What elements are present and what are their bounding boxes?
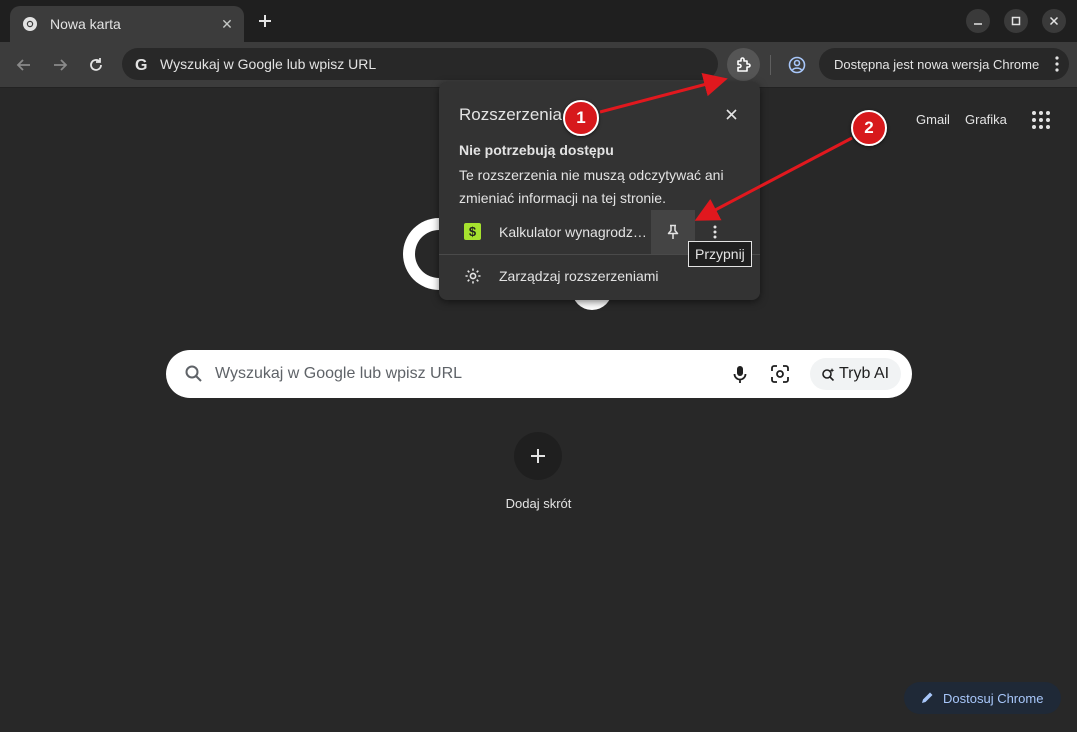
pin-icon [667,224,679,239]
extensions-button[interactable] [727,48,760,81]
address-bar-text: Wyszukaj w Google lub wpisz URL [160,56,377,72]
ai-mode-label: Tryb AI [839,365,890,382]
google-lens-icon[interactable] [769,363,791,385]
gear-icon [465,268,481,284]
title-bar: Nowa karta ✕ [0,0,1077,42]
maximize-button[interactable] [1004,9,1028,33]
arrow-right-icon [54,59,68,71]
images-link[interactable]: Grafika [965,112,1007,127]
forward-button[interactable] [47,52,73,78]
extension-more-button[interactable] [705,222,725,242]
puzzle-icon [736,56,751,72]
popup-section-heading: Nie potrzebują dostępu [459,142,614,158]
update-chrome-label: Dostępna jest nowa wersja Chrome [834,56,1040,72]
step-badge-1: 1 [563,100,599,136]
extensions-popup: Rozszerzenia Nie potrzebują dostępu Te r… [439,82,760,300]
gmail-link[interactable]: Gmail [916,112,950,127]
add-shortcut-button[interactable] [514,432,562,480]
chrome-icon [22,16,38,32]
pin-tooltip: Przypnij [688,241,752,267]
tab-new-tab[interactable]: Nowa karta ✕ [10,6,244,42]
microphone-icon[interactable] [729,363,751,385]
svg-text:G: G [135,57,147,73]
more-vert-icon [1055,56,1059,72]
tab-title: Nowa karta [50,16,121,32]
google-icon: G [132,55,150,73]
close-icon [725,108,737,120]
add-shortcut-label: Dodaj skrót [505,496,572,511]
close-tab-icon[interactable]: ✕ [216,13,238,35]
address-bar[interactable]: G Wyszukaj w Google lub wpisz URL [122,48,718,80]
popup-title: Rozszerzenia [459,105,562,124]
close-window-button[interactable] [1042,9,1066,33]
plus-icon [531,449,545,463]
manage-extensions-label: Zarządzaj rozszerzeniami [499,268,659,284]
popup-section-description: Te rozszerzenia nie muszą odczytywać ani… [459,167,724,206]
step-badge-2: 2 [851,110,887,146]
ntp-search-box[interactable]: Wyszukaj w Google lub wpisz URL Tryb AI [166,350,912,398]
reload-icon [90,58,102,71]
more-vert-icon [713,225,717,239]
reload-button[interactable] [83,52,109,78]
customize-chrome-button[interactable]: Dostosuj Chrome [904,682,1061,714]
minimize-button[interactable] [966,9,990,33]
customize-chrome-label: Dostosuj Chrome [943,690,1044,706]
toolbar-separator [770,55,771,75]
sparkle-search-icon [822,368,835,381]
search-icon [185,365,202,382]
arrow-left-icon [16,59,30,71]
profile-button[interactable] [784,52,810,78]
pencil-icon [922,692,933,703]
popup-close-button[interactable] [721,104,741,124]
new-tab-button[interactable] [254,10,276,32]
extension-name: Kalkulator wynagrodzeń [499,224,647,240]
update-chrome-button[interactable]: Dostępna jest nowa wersja Chrome [819,48,1069,80]
dollar-icon: $ [464,223,481,240]
ai-mode-button[interactable]: Tryb AI [810,358,901,390]
apps-grid-icon[interactable] [1032,111,1050,129]
back-button[interactable] [11,52,37,78]
search-placeholder: Wyszukaj w Google lub wpisz URL [215,365,463,382]
plus-icon [259,15,271,27]
profile-icon [788,56,806,74]
